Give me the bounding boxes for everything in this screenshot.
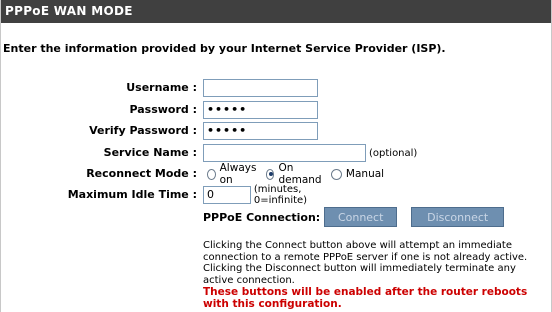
section-title: PPPoE WAN MODE	[1, 0, 551, 23]
reconnect-on-demand-option[interactable]: On demand	[265, 162, 324, 186]
reconnect-manual-option[interactable]: Manual	[330, 168, 385, 180]
pppoe-connection-row: PPPoE Connection: Connect Disconnect	[203, 207, 505, 227]
manual-label: Manual	[345, 168, 385, 180]
on-demand-radio[interactable]	[265, 168, 275, 180]
max-idle-time-label: Maximum Idle Time :	[67, 188, 197, 201]
username-label: Username :	[126, 81, 197, 94]
help-text: Clicking the Connect button above will a…	[203, 240, 528, 286]
username-field[interactable]	[203, 79, 318, 97]
service-name-note: (optional)	[369, 147, 418, 159]
password-field[interactable]: •••••	[203, 101, 318, 119]
max-idle-time-note: (minutes, 0=infinite)	[253, 184, 308, 206]
intro-text: Enter the information provided by your I…	[3, 42, 446, 55]
reconnect-mode-label: Reconnect Mode :	[86, 167, 197, 180]
service-name-field[interactable]	[203, 144, 366, 162]
pppoe-panel: PPPoE WAN MODE Enter the information pro…	[0, 0, 552, 312]
verify-password-field[interactable]: •••••	[203, 122, 318, 140]
help-paragraph: Clicking the Connect button above will a…	[203, 240, 548, 310]
always-on-label: Always on	[219, 162, 257, 186]
always-on-radio[interactable]	[207, 168, 216, 180]
warning-text: These buttons will be enabled after the …	[203, 286, 528, 310]
verify-password-label: Verify Password :	[89, 124, 197, 137]
connect-button[interactable]: Connect	[324, 207, 398, 227]
reconnect-always-on-option[interactable]: Always on	[207, 162, 259, 186]
max-idle-time-field[interactable]: 0	[203, 186, 251, 204]
on-demand-label: On demand	[278, 162, 322, 186]
service-name-label: Service Name :	[103, 146, 197, 159]
pppoe-connection-label: PPPoE Connection:	[203, 210, 321, 224]
disconnect-button[interactable]: Disconnect	[411, 207, 505, 227]
manual-radio[interactable]	[330, 168, 342, 180]
password-label: Password :	[129, 103, 197, 116]
